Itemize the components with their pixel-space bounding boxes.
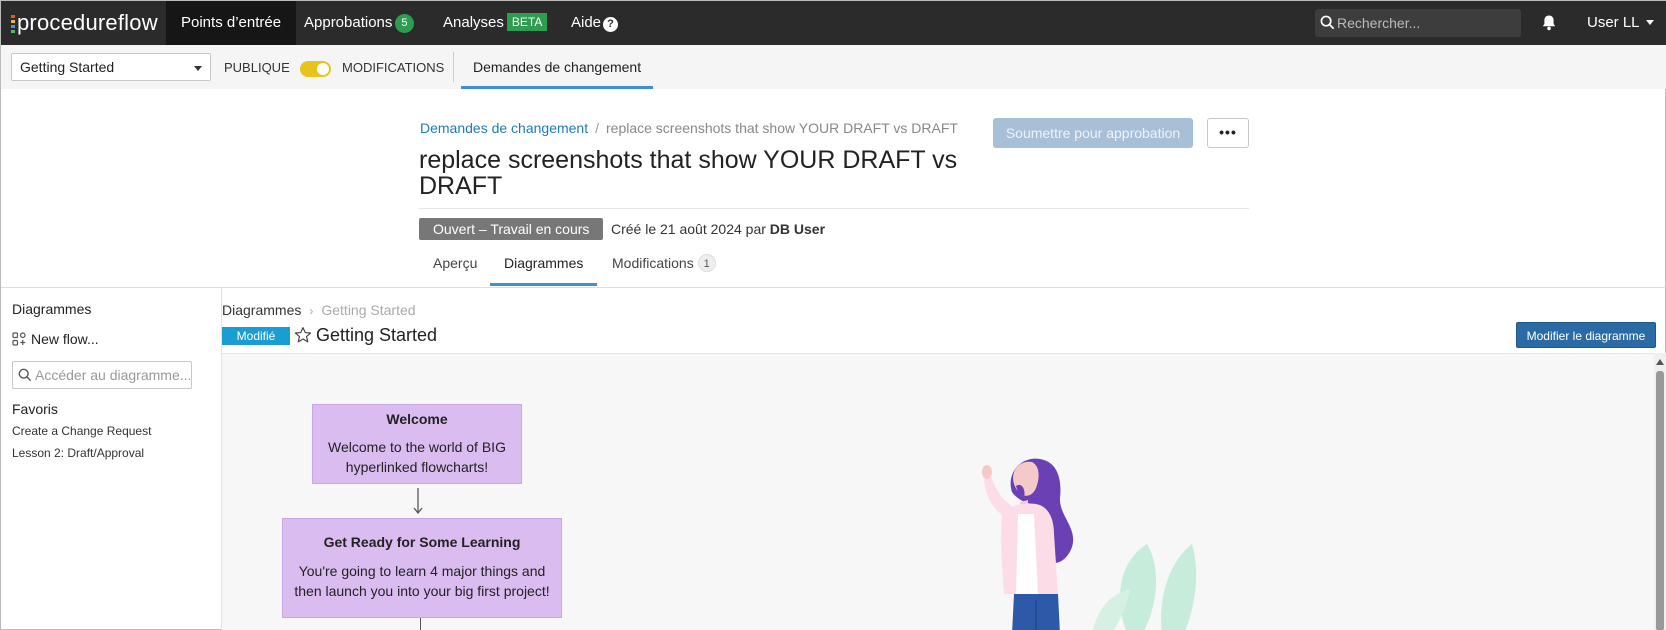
new-flow-label: New flow... <box>31 331 99 347</box>
node-body: Welcome to the world of BIG hyperlinked … <box>328 439 506 475</box>
connector-line <box>420 618 421 630</box>
nav-analyses[interactable]: Analyses BETA <box>428 1 562 45</box>
tab-label: Modifications <box>612 255 694 271</box>
flow-node-welcome[interactable]: Welcome Welcome to the world of BIG hype… <box>312 404 522 484</box>
divider <box>419 208 1249 209</box>
breadcrumb-link-change-requests[interactable]: Demandes de changement <box>420 120 588 136</box>
logo-mark-icon <box>11 15 15 33</box>
woman-illustration <box>982 458 1197 630</box>
diagram-title: Getting Started <box>316 325 438 345</box>
tab-label: Demandes de changement <box>473 59 642 75</box>
diagram-breadcrumb-root[interactable]: Diagrammes <box>222 302 301 318</box>
diagram-breadcrumb-current: Getting Started <box>321 302 416 318</box>
logo-text: procedureflow <box>17 10 158 35</box>
tab-label: Diagrammes <box>504 255 584 271</box>
created-date: Créé le 21 août 2024 par <box>611 221 766 237</box>
favorite-item[interactable]: Lesson 2: Draft/Approval <box>12 446 144 460</box>
approvals-count-badge: 5 <box>395 14 414 33</box>
top-navbar: procedureflow Points d’entrée Approbatio… <box>1 1 1666 45</box>
divider <box>1 287 1666 288</box>
public-modifications-toggle[interactable] <box>300 61 331 77</box>
diagram-canvas[interactable]: Welcome Welcome to the world of BIG hype… <box>222 353 1654 630</box>
procedureflow-logo[interactable]: procedureflow <box>11 10 158 36</box>
public-label: PUBLIQUE <box>224 60 290 75</box>
nav-points-entree[interactable]: Points d’entrée <box>166 1 297 45</box>
nav-label: Analyses <box>443 14 504 31</box>
global-search[interactable] <box>1315 9 1521 37</box>
new-flow-link[interactable]: New flow... <box>12 331 99 347</box>
space-select-value: Getting Started <box>20 59 115 75</box>
created-by: DB User <box>769 221 826 237</box>
user-name: User LL <box>1587 14 1640 31</box>
more-options-button[interactable]: ••• <box>1207 118 1249 148</box>
chevron-down-icon <box>194 66 202 71</box>
tab-diagrammes[interactable]: Diagrammes <box>490 248 598 286</box>
created-info: Créé le 21 août 2024 par DB User <box>611 221 825 237</box>
beta-badge: BETA <box>506 13 548 31</box>
node-title: Get Ready for Some Learning <box>323 534 521 550</box>
diagram-breadcrumb: Diagrammes › Getting Started <box>222 302 416 318</box>
node-title: Welcome <box>386 411 448 427</box>
diagram-search[interactable] <box>12 361 192 389</box>
node-body: You're going to learn 4 major things and… <box>294 563 550 599</box>
breadcrumb: Demandes de changement / replace screensho… <box>420 120 958 136</box>
divider <box>453 52 454 82</box>
scroll-thumb[interactable] <box>1656 371 1664 630</box>
flow-icon <box>12 332 26 346</box>
tab-change-requests[interactable]: Demandes de changement <box>461 45 654 89</box>
toggle-knob <box>317 63 329 75</box>
flow-node-get-ready[interactable]: Get Ready for Some Learning You're going… <box>282 518 562 618</box>
modified-badge: Modifié <box>222 327 290 345</box>
space-select[interactable]: Getting Started <box>11 53 211 81</box>
modifications-count-badge: 1 <box>697 254 716 272</box>
user-menu[interactable]: User LL <box>1587 1 1654 45</box>
tab-apercu[interactable]: Aperçu <box>419 248 491 286</box>
tab-label: Aperçu <box>433 255 478 271</box>
sidebar-title: Diagrammes <box>12 301 92 317</box>
canvas-scrollbar[interactable] <box>1654 353 1666 630</box>
nav-label: Aide <box>571 14 602 31</box>
space-toolbar: Getting Started PUBLIQUE MODIFICATIONS D… <box>1 45 1666 89</box>
breadcrumb-current: replace screenshots that show YOUR DRAFT… <box>606 120 958 136</box>
modifications-label: MODIFICATIONS <box>342 60 445 75</box>
status-badge: Ouvert – Travail en cours <box>419 218 604 240</box>
page-title: replace screenshots that show YOUR DRAFT… <box>419 146 958 200</box>
bell-icon[interactable] <box>1541 14 1557 31</box>
search-icon <box>18 368 32 382</box>
tab-modifications[interactable]: Modifications 1 <box>598 248 730 286</box>
nav-label: Points d’entrée <box>181 14 282 31</box>
chevron-right-icon: › <box>309 304 314 318</box>
favorites-title: Favoris <box>12 401 58 417</box>
edit-diagram-button[interactable]: Modifier le diagramme <box>1516 322 1656 348</box>
nav-label: Approbations <box>304 14 393 31</box>
help-icon: ? <box>603 17 619 32</box>
search-icon <box>1320 15 1335 30</box>
arrow-down-icon <box>413 488 423 515</box>
scroll-up-icon[interactable] <box>1656 359 1664 365</box>
global-search-input[interactable] <box>1337 9 1517 37</box>
favorite-item[interactable]: Create a Change Request <box>12 424 151 438</box>
breadcrumb-separator: / <box>595 120 599 136</box>
chevron-down-icon <box>1645 20 1654 25</box>
diagram-search-input[interactable] <box>35 362 190 388</box>
nav-aide[interactable]: Aide? <box>556 1 633 45</box>
submit-for-approval-button[interactable]: Soumettre pour approbation <box>993 118 1193 148</box>
nav-approbations[interactable]: Approbations 5 <box>289 1 429 45</box>
star-icon[interactable] <box>294 326 312 344</box>
